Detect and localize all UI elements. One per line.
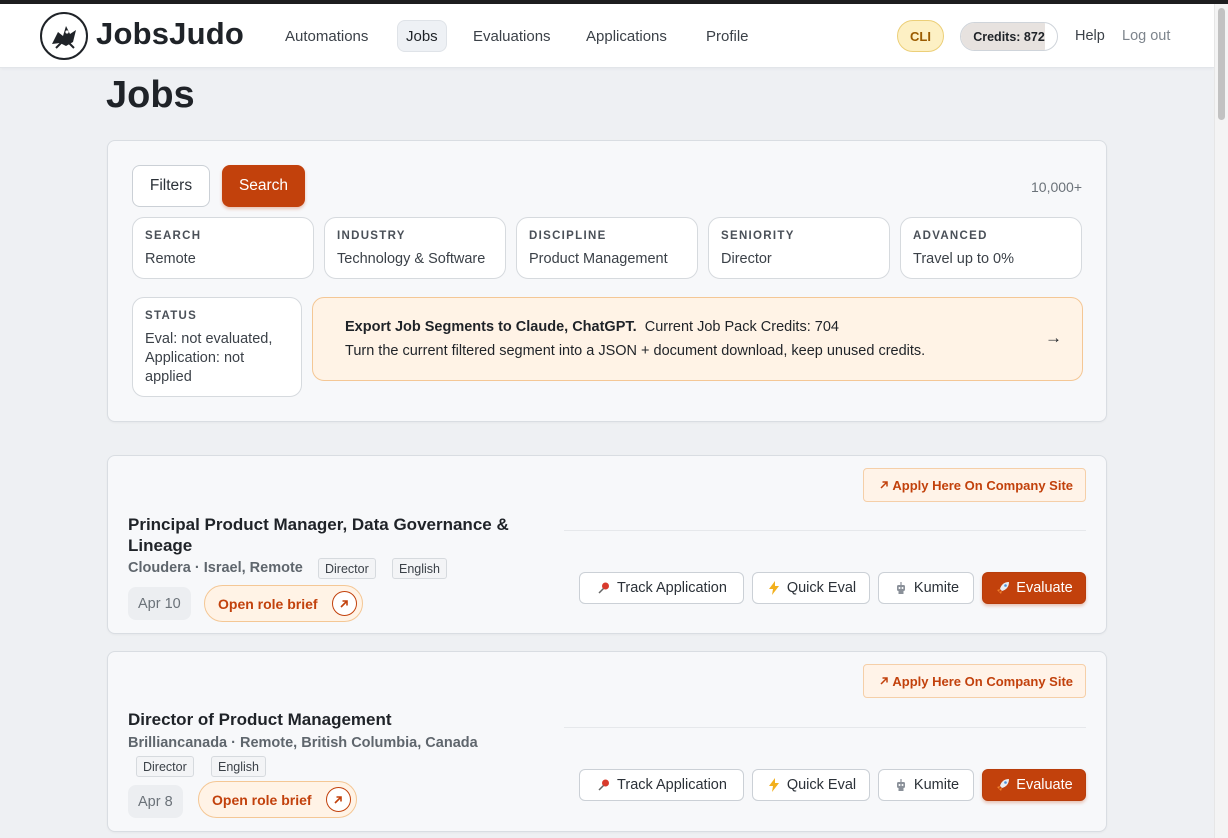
- arrow-up-right-icon: [876, 477, 892, 493]
- track-application-button[interactable]: Track Application: [579, 572, 744, 604]
- brand-name[interactable]: JobsJudo: [96, 16, 244, 52]
- arrow-up-right-icon: [325, 787, 351, 812]
- robot-icon: [893, 580, 909, 596]
- kumite-button[interactable]: Kumite: [878, 572, 974, 604]
- seniority-tag: Director: [136, 756, 194, 777]
- nav-jobs[interactable]: Jobs: [397, 20, 447, 52]
- quick-eval-label: Quick Eval: [786, 580, 857, 596]
- open-role-brief-button[interactable]: Open role brief: [204, 585, 363, 622]
- arrow-up-right-icon: [876, 673, 892, 689]
- robot-icon: [893, 777, 909, 793]
- chip-value: Eval: not evaluated, Application: not ap…: [145, 331, 273, 385]
- chip-label: DISCIPLINE: [529, 230, 607, 242]
- job-title[interactable]: Principal Product Manager, Data Governan…: [128, 514, 538, 556]
- top-navbar: JobsJudo Automations Jobs Evaluations Ap…: [0, 4, 1214, 68]
- credits-label: Credits: 872: [973, 29, 1045, 44]
- export-title: Export Job Segments to Claude, ChatGPT.: [345, 319, 637, 335]
- apply-company-site-button[interactable]: Apply Here On Company Site: [863, 664, 1086, 698]
- job-company-location: Cloudera · Israel, Remote: [128, 560, 303, 576]
- export-title-line: Export Job Segments to Claude, ChatGPT. …: [345, 319, 1050, 335]
- apply-label: Apply Here On Company Site: [892, 673, 1073, 689]
- card-divider: [564, 530, 1086, 531]
- quick-eval-label: Quick Eval: [786, 777, 857, 793]
- help-link[interactable]: Help: [1075, 28, 1105, 44]
- quick-eval-button[interactable]: Quick Eval: [752, 572, 870, 604]
- filter-chip-search[interactable]: SEARCH Remote: [132, 217, 314, 279]
- scrollbar-thumb[interactable]: [1218, 8, 1225, 120]
- rocket-icon: [995, 777, 1011, 793]
- job-company-location: Brilliancanada · Remote, British Columbi…: [128, 735, 478, 751]
- jobsjudo-logo[interactable]: [40, 12, 88, 60]
- chip-label: INDUSTRY: [337, 230, 406, 242]
- rocket-icon: [995, 580, 1011, 596]
- filter-chip-advanced[interactable]: ADVANCED Travel up to 0%: [900, 217, 1082, 279]
- logout-link[interactable]: Log out: [1122, 28, 1170, 44]
- card-divider: [564, 727, 1086, 728]
- job-title[interactable]: Director of Product Management: [128, 709, 538, 730]
- pushpin-icon: [596, 580, 612, 596]
- chip-label: STATUS: [145, 310, 198, 322]
- evaluate-button[interactable]: Evaluate: [982, 769, 1086, 801]
- apply-company-site-button[interactable]: Apply Here On Company Site: [863, 468, 1086, 502]
- nav-profile[interactable]: Profile: [698, 20, 757, 52]
- filters-button[interactable]: Filters: [132, 165, 210, 207]
- posted-date: Apr 8: [128, 785, 183, 818]
- track-application-label: Track Application: [617, 777, 727, 793]
- pushpin-icon: [596, 777, 612, 793]
- lightning-icon: [766, 580, 782, 596]
- cli-button[interactable]: CLI: [897, 20, 944, 52]
- filter-chip-status[interactable]: STATUS Eval: not evaluated, Application:…: [132, 297, 302, 397]
- open-role-brief-button[interactable]: Open role brief: [198, 781, 357, 818]
- seniority-tag: Director: [318, 558, 376, 579]
- chip-value: Product Management: [529, 251, 668, 267]
- chip-value: Remote: [145, 251, 196, 267]
- arrow-right-icon[interactable]: →: [1045, 328, 1062, 348]
- export-description: Turn the current filtered segment into a…: [345, 343, 926, 359]
- track-application-button[interactable]: Track Application: [579, 769, 744, 801]
- apply-label: Apply Here On Company Site: [892, 477, 1073, 493]
- page-title: Jobs: [106, 74, 195, 116]
- nav-evaluations[interactable]: Evaluations: [465, 20, 559, 52]
- evaluate-label: Evaluate: [1016, 580, 1073, 596]
- export-credits: Current Job Pack Credits: 704: [644, 319, 839, 335]
- lightning-icon: [766, 777, 782, 793]
- kumite-button[interactable]: Kumite: [878, 769, 974, 801]
- track-application-label: Track Application: [617, 580, 727, 596]
- chip-label: SEARCH: [145, 230, 202, 242]
- chip-value: Travel up to 0%: [913, 251, 1015, 267]
- job-card: Apply Here On Company Site Principal Pro…: [107, 455, 1107, 634]
- result-count: 10,000+: [1031, 179, 1082, 195]
- kumite-label: Kumite: [913, 580, 960, 596]
- filter-chip-industry[interactable]: INDUSTRY Technology & Software: [324, 217, 506, 279]
- quick-eval-button[interactable]: Quick Eval: [752, 769, 870, 801]
- posted-date: Apr 10: [128, 587, 191, 620]
- brief-label: Open role brief: [212, 791, 312, 808]
- filter-chip-discipline[interactable]: DISCIPLINE Product Management: [516, 217, 698, 279]
- search-button[interactable]: Search: [222, 165, 305, 207]
- chip-value: Technology & Software: [337, 251, 486, 267]
- page-scrollbar[interactable]: [1214, 4, 1228, 838]
- chip-value: Director: [721, 251, 772, 267]
- evaluate-label: Evaluate: [1016, 777, 1073, 793]
- language-tag: English: [211, 756, 266, 777]
- nav-applications[interactable]: Applications: [578, 20, 675, 52]
- kumite-label: Kumite: [913, 777, 960, 793]
- logo-icon: [52, 26, 76, 49]
- evaluate-button[interactable]: Evaluate: [982, 572, 1086, 604]
- nav-automations[interactable]: Automations: [277, 20, 376, 52]
- filter-chip-seniority[interactable]: SENIORITY Director: [708, 217, 890, 279]
- language-tag: English: [392, 558, 447, 579]
- arrow-up-right-icon: [331, 591, 357, 616]
- filter-panel: Filters Search 10,000+ SEARCH Remote IND…: [107, 140, 1107, 422]
- job-card: Apply Here On Company Site Director of P…: [107, 651, 1107, 832]
- chip-label: SENIORITY: [721, 230, 795, 242]
- credits-badge[interactable]: Credits: 872: [960, 22, 1058, 51]
- export-banner[interactable]: Export Job Segments to Claude, ChatGPT. …: [312, 297, 1083, 381]
- brief-label: Open role brief: [218, 595, 318, 612]
- chip-label: ADVANCED: [913, 230, 988, 242]
